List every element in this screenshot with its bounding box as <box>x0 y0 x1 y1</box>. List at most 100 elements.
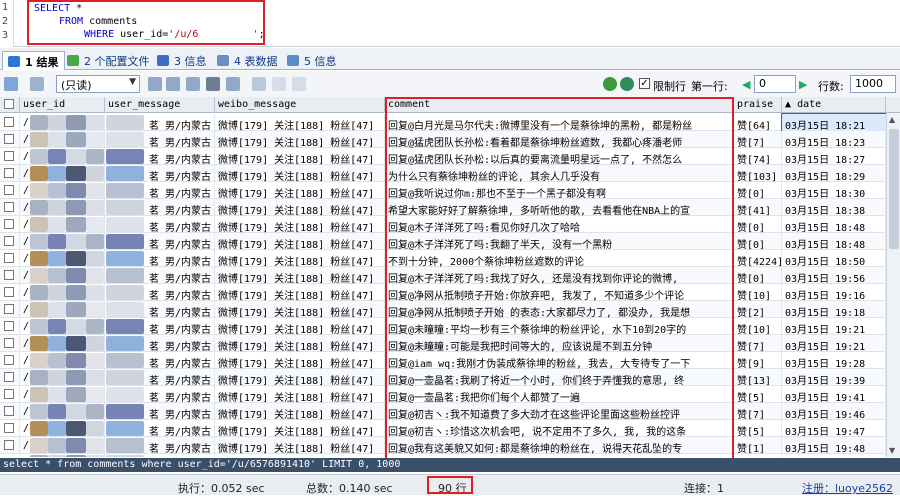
cell-user-message[interactable]: 茗 男/内蒙古 <box>105 216 215 233</box>
cell-user-message[interactable]: 茗 男/内蒙古 <box>105 199 215 216</box>
cell-user-message[interactable]: 茗 男/内蒙古 <box>105 148 215 165</box>
cell-comment[interactable]: 回复@木子洋洋死了吗:看见你好几次了哈哈 <box>385 216 734 233</box>
cell-user-message[interactable]: 茗 男/内蒙古 <box>105 335 215 352</box>
export-icon[interactable] <box>4 77 18 91</box>
cell-date[interactable]: 03月15日 19:39 <box>782 369 886 386</box>
tab-results[interactable]: 1 结果 <box>2 51 66 70</box>
vertical-scrollbar[interactable]: ▲ ▼ <box>886 113 900 457</box>
cell-praise[interactable]: 赞[103] <box>734 165 782 182</box>
cell-comment[interactable]: 回复@一壶晶茗:我把你们每个人都赞了一遍 <box>385 386 734 403</box>
table-row[interactable]: / 茗 男/内蒙古 微博[179] 关注[188] 粉丝[47] 回复@我听说过你m:… <box>0 182 886 199</box>
row-checkbox[interactable] <box>4 236 14 246</box>
cell-comment[interactable]: 回复@净网从抵制喷子开始:你放弃吧, 我发了, 不知道多少个评论 <box>385 284 734 301</box>
header-user-message[interactable]: user_message <box>105 97 215 113</box>
table-row[interactable]: /茗 男/内蒙古微博[179] 关注[188] 粉丝[47]回复@王耳朵Sky:… <box>0 454 886 457</box>
cell-date[interactable]: 03月15日 18:48 <box>782 216 886 233</box>
cell-user-message[interactable]: 茗 男/内蒙古 <box>105 437 215 454</box>
row-checkbox[interactable] <box>4 270 14 280</box>
table-row[interactable]: / 茗 男/内蒙古 微博[179] 关注[188] 粉丝[47] 回复@iam_wq:… <box>0 352 886 369</box>
cell-praise[interactable]: 赞[9] <box>734 352 782 369</box>
table-row[interactable]: / 茗 男/内蒙古 微博[179] 关注[188] 粉丝[47] 回复@木子洋洋死了吗… <box>0 233 886 250</box>
cell-date[interactable]: 03月15日 19:41 <box>782 386 886 403</box>
sql-line-3[interactable]: WHERE user_id='/u/6 '; <box>84 29 265 40</box>
cell-user-message[interactable]: 茗 男/内蒙古 <box>105 386 215 403</box>
cell-praise[interactable]: 赞[10] <box>734 284 782 301</box>
cell-comment[interactable]: 回复@初吉ヽ:我不知道费了多大劲才在这些评论里面这些粉丝控评 <box>385 403 734 420</box>
row-select-cell[interactable] <box>0 403 20 420</box>
cell-comment[interactable]: 回复@未瞳瞳:可能是我把时间等大的, 应该说是不到五分钟 <box>385 335 734 352</box>
cell-comment[interactable]: 回复@木子洋洋死了吗:我翻了半天, 没有一个黑粉 <box>385 233 734 250</box>
row-checkbox[interactable] <box>4 253 14 263</box>
cell-weibo-message[interactable]: 微博[179] 关注[188] 粉丝[47] <box>215 131 385 148</box>
cell-praise[interactable]: 赞[0] <box>734 267 782 284</box>
cell-praise[interactable]: 赞[13] <box>734 369 782 386</box>
row-select-cell[interactable] <box>0 420 20 437</box>
cell-user-message[interactable]: 茗 男/内蒙古 <box>105 301 215 318</box>
row-checkbox[interactable] <box>4 117 14 127</box>
table-row[interactable]: / 茗 男/内蒙古 微博[179] 关注[188] 粉丝[47] 回复@一壶晶茗:我把… <box>0 386 886 403</box>
cell-praise[interactable]: 赞[7] <box>734 131 782 148</box>
tab-info[interactable]: 3 信息 <box>152 51 213 70</box>
row-select-cell[interactable] <box>0 165 20 182</box>
cell-date[interactable]: 03月15日 19:21 <box>782 335 886 352</box>
cell-praise[interactable]: 赞[5] <box>734 386 782 403</box>
cell-weibo-message[interactable]: 微博[179] 关注[188] 粉丝[47] <box>215 437 385 454</box>
table-row[interactable]: / 茗 男/内蒙古 微博[179] 关注[188] 粉丝[47] 回复@净网从抵制喷子… <box>0 284 886 301</box>
import-icon[interactable] <box>30 77 44 91</box>
cell-weibo-message[interactable]: 微博[179] 关注[188] 粉丝[47] <box>215 233 385 250</box>
cell-date[interactable]: 03月15日 18:38 <box>782 199 886 216</box>
cell-user-message[interactable]: 茗 男/内蒙古 <box>105 267 215 284</box>
tab-profiles[interactable]: 2 个配置文件 <box>62 51 156 70</box>
cell-user-message[interactable]: 茗 男/内蒙古 <box>105 420 215 437</box>
copy-icon[interactable] <box>148 77 162 91</box>
cell-weibo-message[interactable]: 微博[179] 关注[188] 粉丝[47] <box>215 165 385 182</box>
row-select-cell[interactable] <box>0 267 20 284</box>
row-select-cell[interactable] <box>0 369 20 386</box>
table-row[interactable]: / 茗 男/内蒙古 微博[179] 关注[188] 粉丝[47] 回复@猛虎团队长孙松… <box>0 131 886 148</box>
sql-line-2[interactable]: FROM comments <box>59 16 137 27</box>
scroll-up-icon[interactable]: ▲ <box>889 115 895 124</box>
tab-table-data[interactable]: 4 表数据 <box>212 51 284 70</box>
sql-line-1[interactable]: SELECT * <box>34 3 82 14</box>
table-row[interactable]: / 茗 男/内蒙古 微博[179] 关注[188] 粉丝[47] 回复@初吉ヽ:我不知… <box>0 403 886 420</box>
paste-icon[interactable] <box>166 77 180 91</box>
cell-date[interactable]: 03月15日 19:47 <box>782 420 886 437</box>
table-row[interactable]: / 茗 男/内蒙古 微博[179] 关注[188] 粉丝[47] 不到十分钟, 200… <box>0 250 886 267</box>
cell-date[interactable]: 03月15日 18:21 <box>781 113 887 132</box>
cell-weibo-message[interactable]: 微博[179] 关注[188] 粉丝[47] <box>215 148 385 165</box>
register-user-link[interactable]: luoye2562 <box>835 482 893 495</box>
row-checkbox[interactable] <box>4 219 14 229</box>
cell-weibo-message[interactable]: 微博[179] 关注[188] 粉丝[47] <box>215 267 385 284</box>
row-checkbox[interactable] <box>4 168 14 178</box>
cell-comment[interactable]: 回复@未瞳瞳:平均一秒有三个蔡徐坤的粉丝评论, 水下10到20字的 <box>385 318 734 335</box>
cell-date[interactable]: 03月15日 19:21 <box>782 318 886 335</box>
cell-praise[interactable]: 赞[0] <box>734 216 782 233</box>
scroll-down-icon[interactable]: ▼ <box>889 446 895 455</box>
cell-date[interactable]: 03月15日 19:46 <box>782 403 886 420</box>
row-select-cell[interactable] <box>0 335 20 352</box>
row-checkbox[interactable] <box>4 151 14 161</box>
cell-comment[interactable]: 回复@初吉ヽ:珍惜这次机会吧, 说不定用不了多久, 我, 我的这条 <box>385 420 734 437</box>
cell-praise[interactable]: 赞[0] <box>734 233 782 250</box>
cell-weibo-message[interactable]: 微博[179] 关注[188] 粉丝[47] <box>215 352 385 369</box>
cell-praise[interactable]: 赞[0] <box>734 182 782 199</box>
mode-select[interactable]: (只读) ▼ <box>56 75 140 93</box>
row-checkbox[interactable] <box>4 287 14 297</box>
cell-comment[interactable]: 回复@王耳朵Sky:我终于找到同伴了 <box>385 454 734 457</box>
row-checkbox[interactable] <box>4 355 14 365</box>
cell-praise[interactable]: 赞[2] <box>734 454 782 457</box>
table-row[interactable]: / 茗 男/内蒙古 微博[179] 关注[188] 粉丝[47] 回复@一壶晶茗:我刷… <box>0 369 886 386</box>
cell-weibo-message[interactable]: 微博[179] 关注[188] 粉丝[47] <box>215 216 385 233</box>
cell-praise[interactable]: 赞[2] <box>734 301 782 318</box>
cell-user-message[interactable]: 茗 男/内蒙古 <box>105 284 215 301</box>
row-select-cell[interactable] <box>0 386 20 403</box>
row-select-cell[interactable] <box>0 233 20 250</box>
row-checkbox[interactable] <box>4 338 14 348</box>
first-row-input[interactable]: 0 <box>754 75 796 93</box>
cell-comment[interactable]: 为什么只有蔡徐坤粉丝的评论, 其余人几乎没有 <box>385 165 734 182</box>
row-select-cell[interactable] <box>0 114 20 131</box>
cell-praise[interactable]: 赞[1] <box>734 437 782 454</box>
row-checkbox[interactable] <box>4 406 14 416</box>
cell-weibo-message[interactable]: 微博[179] 关注[188] 粉丝[47] <box>215 335 385 352</box>
refresh-icon[interactable] <box>620 77 634 91</box>
